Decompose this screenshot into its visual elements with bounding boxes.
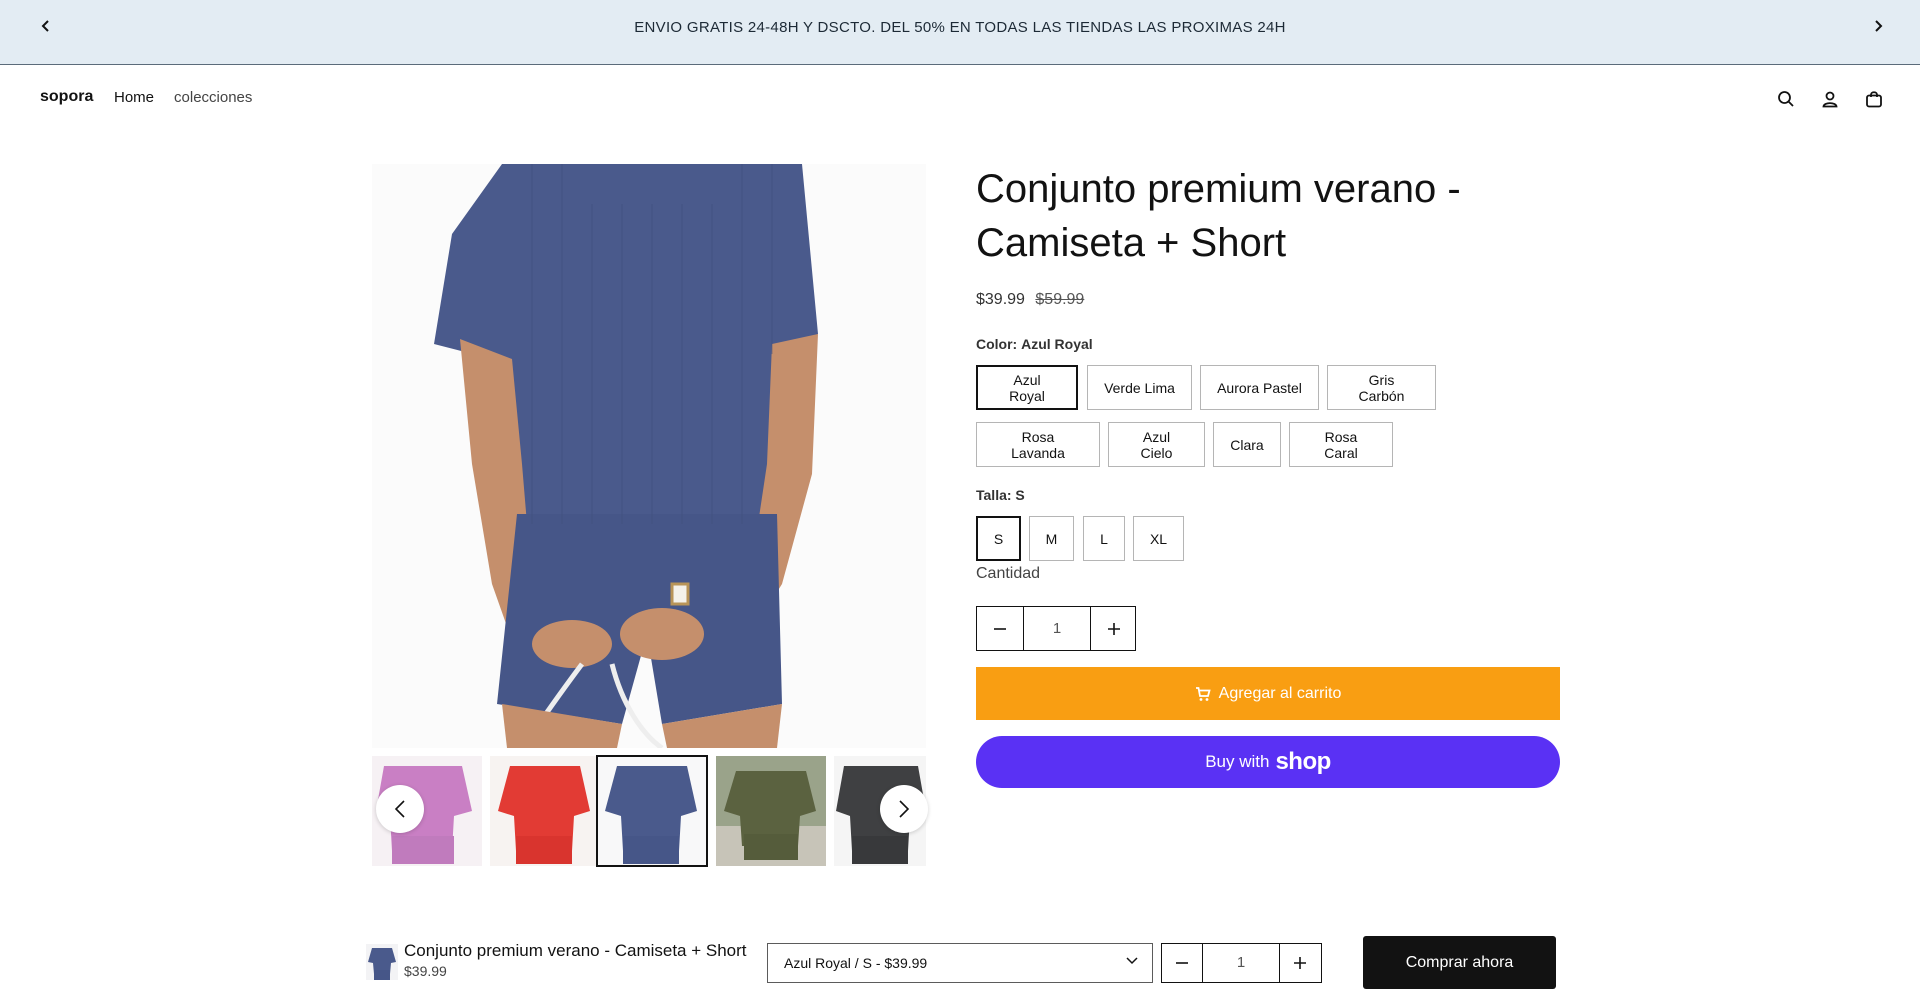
sticky-buy-bar: Conjunto premium verano - Camiseta + Sho… <box>20 926 1900 993</box>
quantity-input[interactable]: 1 <box>1023 606 1091 651</box>
minus-icon <box>1176 962 1188 964</box>
sticky-quantity-decrease-button[interactable] <box>1162 944 1202 982</box>
main-nav: Home colecciones <box>114 89 252 106</box>
chevron-right-icon <box>899 800 910 818</box>
cart-bag-icon <box>1866 91 1882 108</box>
sticky-product-price: $39.99 <box>404 963 447 979</box>
buy-with-shop-button[interactable]: Buy with shop <box>976 736 1560 788</box>
buy-now-button[interactable]: Comprar ahora <box>1363 936 1556 989</box>
thumbnail-image <box>716 756 826 866</box>
store-logo[interactable]: sopora <box>40 88 93 106</box>
size-option-label: Talla: S <box>976 487 1025 503</box>
sticky-quantity-increase-button[interactable] <box>1280 944 1320 982</box>
thumbnail-image <box>597 756 707 866</box>
quantity-increase-button[interactable] <box>1091 607 1137 650</box>
search-icon <box>1778 91 1794 107</box>
size-option-l[interactable]: L <box>1083 516 1125 561</box>
thumbnail-blue[interactable] <box>596 755 708 867</box>
size-label: Talla: <box>976 487 1012 503</box>
thumbnail-strip <box>372 755 928 868</box>
header-icons <box>1774 87 1886 111</box>
nav-colecciones[interactable]: colecciones <box>174 89 252 106</box>
color-option-clara[interactable]: Clara <box>1213 422 1281 467</box>
size-option-xl[interactable]: XL <box>1133 516 1184 561</box>
size-option-m[interactable]: M <box>1029 516 1074 561</box>
add-to-cart-button[interactable]: Agregar al carrito <box>976 667 1560 720</box>
thumbnail-image <box>490 756 600 866</box>
cart-button[interactable] <box>1862 87 1886 111</box>
site-header: sopora Home colecciones <box>0 66 1920 132</box>
size-selected-value: S <box>1015 487 1025 503</box>
color-option-gris-carbon[interactable]: Gris Carbón <box>1327 365 1436 410</box>
shop-logo: shop <box>1275 748 1331 775</box>
color-label: Color: <box>976 336 1018 352</box>
minus-icon <box>994 627 1006 630</box>
search-button[interactable] <box>1774 87 1798 111</box>
quantity-label: Cantidad <box>976 565 1041 582</box>
nav-home[interactable]: Home <box>114 89 154 106</box>
color-option-aurora-pastel[interactable]: Aurora Pastel <box>1200 365 1319 410</box>
sticky-product-thumbnail <box>366 944 398 980</box>
buy-with-label: Buy with <box>1205 752 1270 771</box>
account-icon <box>1822 91 1838 108</box>
sticky-variant-value: Azul Royal / S - $39.99 <box>784 955 928 971</box>
thumbnail-image <box>366 944 398 980</box>
color-option-rosa-lavanda[interactable]: Rosa Lavanda <box>976 422 1100 467</box>
cart-icon <box>1195 686 1211 701</box>
sticky-variant-select[interactable]: Azul Royal / S - $39.99 <box>767 943 1153 983</box>
color-option-azul-royal[interactable]: Azul Royal <box>976 365 1078 410</box>
announcement-bar: ENVIO GRATIS 24-48H Y DSCTO. DEL 50% EN … <box>0 0 1920 65</box>
color-option-rosa-caral[interactable]: Rosa Caral <box>1289 422 1393 467</box>
compare-price: $59.99 <box>1035 291 1085 308</box>
sticky-quantity-input[interactable]: 1 <box>1202 943 1280 983</box>
account-button[interactable] <box>1818 87 1842 111</box>
thumbnail-olive[interactable] <box>716 756 826 866</box>
color-option-azul-cielo[interactable]: Azul Cielo <box>1108 422 1205 467</box>
plus-icon <box>1108 622 1120 635</box>
thumbnail-prev-button[interactable] <box>376 785 424 833</box>
chevron-right-icon <box>1875 20 1883 32</box>
product-prices: $39.99 $59.99 <box>976 291 1084 309</box>
thumbnail-red[interactable] <box>490 756 600 866</box>
color-option-verde-lima[interactable]: Verde Lima <box>1087 365 1192 410</box>
add-to-cart-label: Agregar al carrito <box>1218 684 1342 702</box>
sale-price: $39.99 <box>976 291 1025 308</box>
quantity-decrease-button[interactable] <box>977 607 1023 650</box>
plus-icon <box>1294 957 1306 969</box>
announcement-text: ENVIO GRATIS 24-48H Y DSCTO. DEL 50% EN … <box>634 19 1286 36</box>
size-option-s[interactable]: S <box>976 516 1021 561</box>
product-photo <box>372 164 926 748</box>
product-main-image[interactable] <box>372 164 926 748</box>
quantity-stepper: 1 <box>976 606 1136 651</box>
product-title: Conjunto premium verano - Camiseta + Sho… <box>976 167 1461 265</box>
sticky-product-title: Conjunto premium verano - Camiseta + Sho… <box>404 941 747 960</box>
thumbnail-next-button[interactable] <box>880 785 928 833</box>
color-selected-value: Azul Royal <box>1021 336 1093 352</box>
chevron-down-icon <box>1126 957 1138 965</box>
announcement-next-button[interactable] <box>1868 16 1888 36</box>
color-option-label: Color: Azul Royal <box>976 336 1093 352</box>
sticky-quantity-stepper: 1 <box>1161 943 1322 983</box>
chevron-left-icon <box>394 800 405 818</box>
